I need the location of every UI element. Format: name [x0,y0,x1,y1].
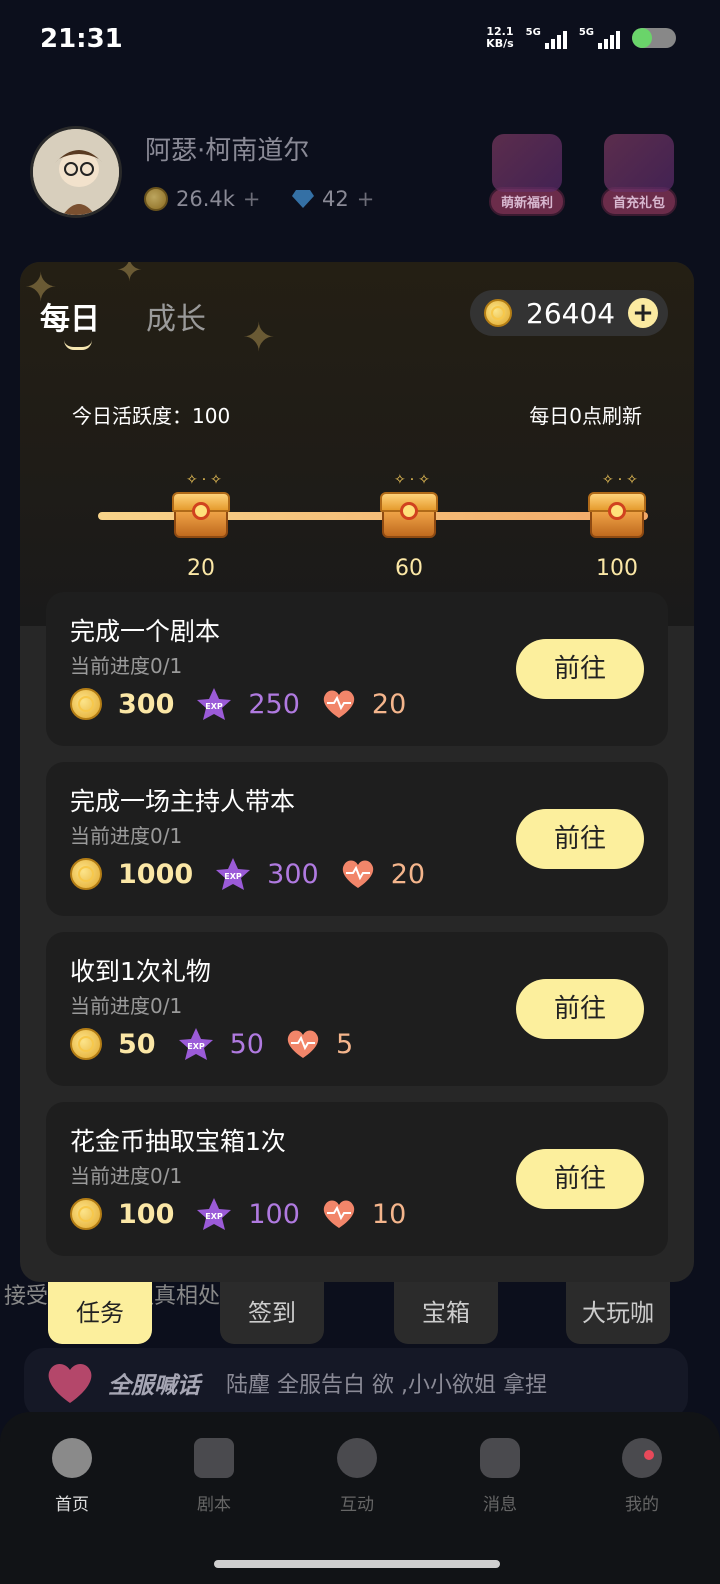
home-indicator[interactable] [214,1560,500,1568]
exp-star-icon: EXP [197,688,232,720]
task-panel: ✦ ✦ ✦ 每日 成长 26404 + 今日活跃度：100 每日0点刷新 ✧·✧… [20,262,694,1282]
task-card: 完成一个剧本 当前进度0/1 300 EXP 250 20 前往 [46,592,668,746]
tab-daily[interactable]: 每日 [40,294,100,338]
newbie-benefit-button[interactable]: 萌新福利 [482,134,572,220]
milestone-label: 20 [187,556,215,581]
task-title: 完成一个剧本 [70,617,221,646]
tab-big-player[interactable]: 大玩咖 [566,1282,670,1344]
home-icon [52,1438,92,1478]
task-title: 花金币抽取宝箱1次 [70,1127,286,1156]
go-button[interactable]: 前往 [516,1149,644,1209]
task-title: 收到1次礼物 [70,957,211,986]
activity-label: 今日活跃度：100 [72,404,231,428]
exp-star-icon: EXP [178,1028,213,1060]
tab-checkin[interactable]: 签到 [220,1282,324,1344]
gift-star-icon [492,134,562,192]
compass-icon [337,1438,377,1478]
nav-scripts[interactable]: 剧本 [164,1438,264,1515]
avatar[interactable] [30,126,122,218]
chat-icon [480,1438,520,1478]
task-progress: 当前进度0/1 [70,824,183,848]
broadcast-message: 陆麈 全服告白 欲 ,小小欲姐 拿捏 [226,1373,547,1398]
svg-text:EXP: EXP [187,1042,205,1051]
diamond-icon [292,190,314,208]
refresh-label: 每日0点刷新 [529,404,642,428]
nav-profile[interactable]: 我的 [592,1438,692,1515]
coin-icon [70,858,102,890]
coin-balance-pill: 26404 + [470,290,668,336]
signal-icon-2: 5G [579,27,620,49]
status-indicators: 12.1 KB/s 5G 5G [486,26,676,50]
broadcast-bar[interactable]: 全服喊话 陆麈 全服告白 欲 ,小小欲姐 拿捏 [24,1348,688,1418]
milestone-label: 100 [596,556,638,581]
status-bar: 21:31 12.1 KB/s 5G 5G [0,0,720,80]
coin-icon [70,1198,102,1230]
heartbeat-icon [323,1200,355,1228]
svg-text:EXP: EXP [224,872,242,881]
profile-icon [622,1438,662,1478]
coin-icon [484,299,512,327]
username: 阿瑟·柯南道尔 [145,136,310,166]
first-recharge-button[interactable]: 首充礼包 [594,134,684,220]
tab-chest[interactable]: 宝箱 [394,1282,498,1344]
go-button[interactable]: 前往 [516,639,644,699]
sparkle-icon: ✦ [116,262,143,289]
battery-icon [632,28,676,48]
heartbeat-icon [323,690,355,718]
add-coins-button[interactable]: + [628,298,658,328]
task-rewards: 50 EXP 50 5 [70,1026,375,1062]
task-rewards: 300 EXP 250 20 [70,686,428,722]
svg-text:EXP: EXP [206,702,224,711]
profile-header: 阿瑟·柯南道尔 26.4k + 42 + 萌新福利 首充礼包 [0,110,720,240]
treasure-chest-icon[interactable]: ✧·✧ [172,472,230,540]
add-gems-button[interactable]: + [357,187,375,211]
coin-icon [70,1028,102,1060]
go-button[interactable]: 前往 [516,979,644,1039]
network-speed: 12.1 KB/s [486,25,514,50]
svg-text:EXP: EXP [206,1212,224,1221]
book-icon [194,1438,234,1478]
bottom-navigation: 首页 剧本 互动 消息 我的 [0,1412,720,1584]
status-time: 21:31 [40,24,123,54]
task-progress: 当前进度0/1 [70,654,183,678]
treasure-chest-icon[interactable]: ✧·✧ [588,472,646,540]
heart-icon [48,1364,92,1403]
exp-star-icon: EXP [197,1198,232,1230]
coin-balance: 26404 [526,296,616,330]
task-title: 完成一场主持人带本 [70,787,296,816]
coin-icon [144,187,168,211]
nav-interact[interactable]: 互动 [307,1438,407,1515]
nav-home[interactable]: 首页 [22,1438,122,1515]
coin-balance-chip[interactable]: 26.4k + [134,182,271,216]
exp-star-icon: EXP [216,858,251,890]
sparkle-icon: ✦ [242,315,276,361]
task-rewards: 1000 EXP 300 20 [70,856,447,892]
tab-growth[interactable]: 成长 [146,294,206,338]
add-coins-button[interactable]: + [243,187,261,211]
heartbeat-icon [342,860,373,888]
tab-tasks[interactable]: 任务 [48,1282,152,1344]
task-card: 完成一场主持人带本 当前进度0/1 1000 EXP 300 20 前往 [46,762,668,916]
treasure-chest-icon[interactable]: ✧·✧ [380,472,438,540]
go-button[interactable]: 前往 [516,809,644,869]
task-card: 收到1次礼物 当前进度0/1 50 EXP 50 5 前往 [46,932,668,1086]
signal-icon: 5G [526,27,567,49]
task-progress: 当前进度0/1 [70,994,183,1018]
nav-messages[interactable]: 消息 [450,1438,550,1515]
task-progress: 当前进度0/1 [70,1164,183,1188]
notification-dot [644,1450,654,1460]
task-rewards: 100 EXP 100 10 [70,1196,428,1232]
milestone-label: 60 [395,556,423,581]
coin-icon [70,688,102,720]
heartbeat-icon [287,1030,319,1058]
task-card: 花金币抽取宝箱1次 当前进度0/1 100 EXP 100 10 前往 [46,1102,668,1256]
gift-box-icon [604,134,674,192]
broadcast-title: 全服喊话 [108,1373,200,1399]
gem-balance-chip[interactable]: 42 + [282,182,384,216]
